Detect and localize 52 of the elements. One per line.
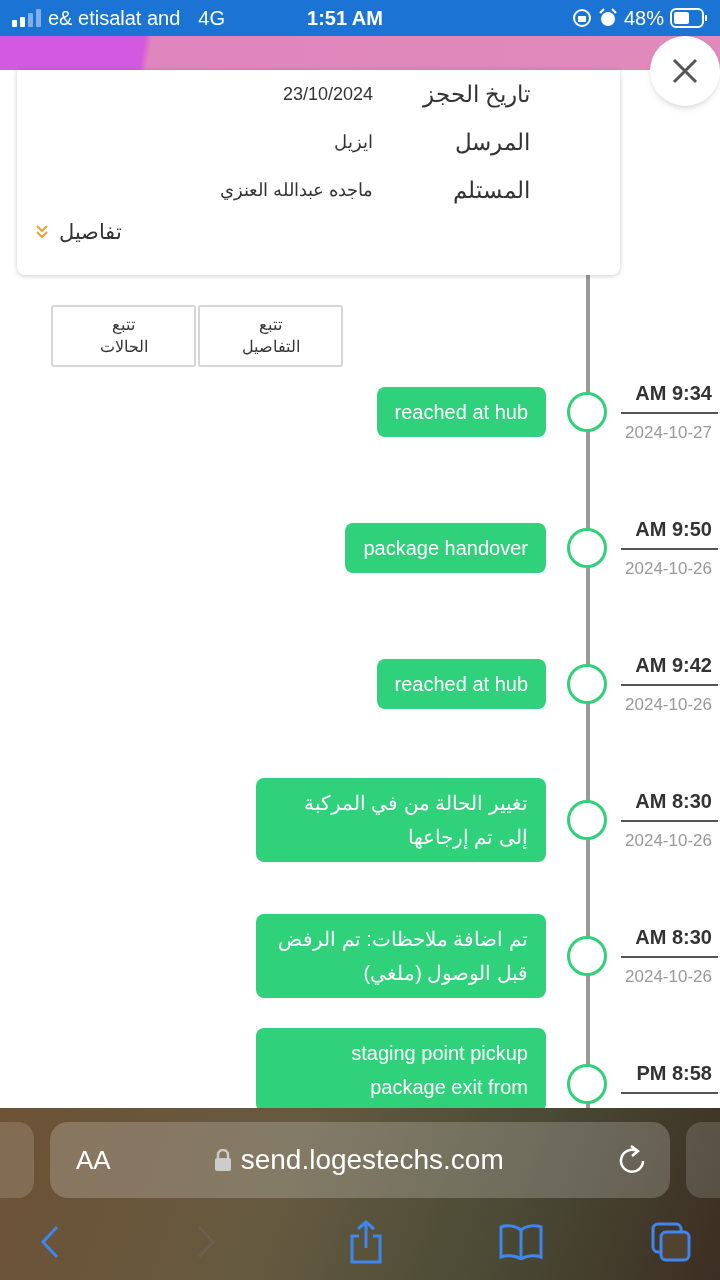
timeline-node (567, 664, 607, 704)
battery-icon (670, 8, 708, 28)
timeline-node (567, 1064, 607, 1104)
text-size-button[interactable]: AA (76, 1140, 111, 1180)
field-label: المستلم (452, 175, 530, 206)
event-date: 2024-10-26 (625, 830, 713, 853)
alarm-icon (597, 8, 618, 28)
tab[interactable]: تتبع التفاصيل (198, 305, 343, 367)
timeline-node (567, 800, 607, 840)
chevron-down-icon[interactable] (35, 223, 49, 240)
field-value: ايزيل (334, 130, 373, 155)
field-label: تاريخ الحجز (421, 79, 530, 110)
battery-percent: 48% (623, 6, 664, 31)
event-time: AM 9:50 (621, 514, 718, 551)
status-bubble: تغيير الحالة من في المركبة إلى تم إرجاعها (256, 778, 546, 862)
status-bubble: تم اضافة ملاحظات: تم الرفض قبل الوصول (ملغي) (256, 914, 546, 998)
reload-icon[interactable] (618, 1145, 646, 1175)
orientation-lock-icon (571, 8, 592, 28)
event-time: AM 9:42 (621, 650, 718, 687)
details-link[interactable]: تفاصيل (59, 216, 122, 248)
event-time: AM 8:30 (621, 786, 718, 823)
url-text: send.logestechs.com (240, 1143, 504, 1177)
event-date: 2024-10-26 (625, 966, 713, 989)
field-value: ماجده عبدالله العنزي (220, 178, 373, 203)
event-time: AM 8:30 (621, 922, 718, 959)
clock-time: 1:51 AM (307, 6, 383, 31)
event-time: PM 8:58 (621, 1058, 718, 1094)
event-date: 2024-10-26 (625, 558, 713, 581)
signal-icon (12, 9, 42, 27)
share-icon[interactable] (349, 1220, 383, 1264)
status-bubble: package handover (345, 523, 546, 573)
adjacent-tab-preview[interactable] (686, 1122, 720, 1198)
lock-icon (214, 1149, 231, 1171)
book-icon[interactable] (499, 1224, 543, 1260)
address-bar[interactable]: AA send.logestechs.com (50, 1122, 670, 1198)
back-icon[interactable] (40, 1225, 60, 1259)
network-type: 4G (198, 6, 225, 31)
status-bubble: reached at hub (376, 387, 546, 437)
timeline-node (567, 528, 607, 568)
tab[interactable]: تتبع الحالات (51, 305, 196, 367)
timeline-node (567, 392, 607, 432)
tabs-icon[interactable] (651, 1222, 691, 1262)
timeline-node (567, 936, 607, 976)
field-value: 23/10/2024 (282, 82, 373, 106)
event-time: AM 9:34 (621, 378, 718, 415)
close-icon (672, 58, 698, 84)
event-date: 2024-10-26 (625, 694, 713, 717)
event-date: 2024-10-27 (625, 422, 713, 445)
adjacent-tab-preview[interactable] (0, 1122, 34, 1198)
carrier-name: e& etisalat and (48, 6, 181, 31)
field-label: المرسل (454, 127, 530, 158)
status-bubble: reached at hub (376, 659, 546, 709)
